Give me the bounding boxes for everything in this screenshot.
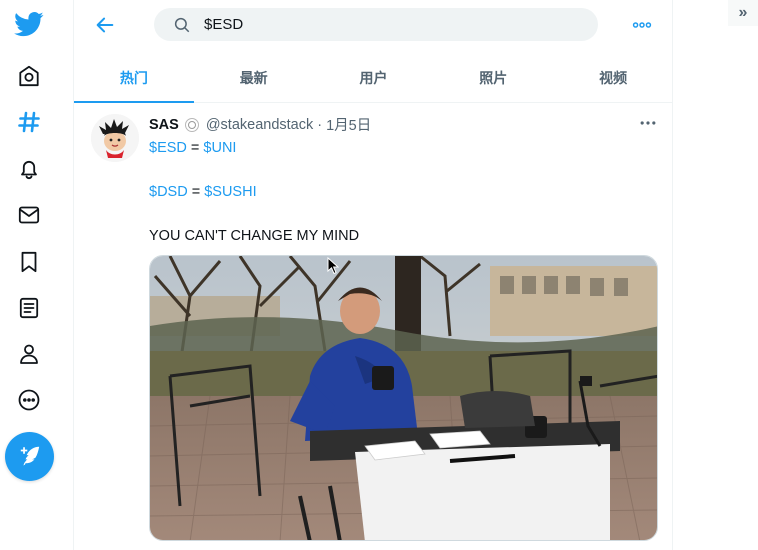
main-column: 热门 最新 用户 照片 视频 SAS @stakeandstack · 1月5日 <box>73 0 673 550</box>
collapse-sidebar-button[interactable]: » <box>728 0 758 26</box>
search-box[interactable] <box>154 8 598 41</box>
back-button[interactable] <box>90 10 120 40</box>
left-navigation <box>0 0 58 550</box>
tweet-date[interactable]: 1月5日 <box>326 114 371 135</box>
lists-icon[interactable] <box>9 288 49 328</box>
home-icon[interactable] <box>9 56 49 96</box>
tweet-text-line: YOU CAN'T CHANGE MY MIND <box>149 228 360 244</box>
more-horizontal-icon <box>640 121 656 125</box>
bookmarks-icon[interactable] <box>9 242 49 282</box>
tab-latest[interactable]: 最新 <box>194 53 314 102</box>
mouse-cursor-icon <box>327 257 339 275</box>
tweet-more-button[interactable] <box>636 114 660 132</box>
tweet-text-fragment: = <box>186 140 204 156</box>
cashtag-link[interactable]: $ESD <box>149 140 187 156</box>
cashtag-link[interactable]: $DSD <box>149 184 188 200</box>
cashtag-link[interactable]: $UNI <box>203 140 236 156</box>
cashtag-link[interactable]: $SUSHI <box>204 184 256 200</box>
tweet-header: SAS @stakeandstack · 1月5日 <box>149 114 371 135</box>
search-header <box>74 0 673 50</box>
more-icon[interactable] <box>9 380 49 420</box>
tab-videos[interactable]: 视频 <box>553 53 673 102</box>
search-more-button[interactable] <box>630 14 654 36</box>
tab-people[interactable]: 用户 <box>314 53 434 102</box>
verified-badge-icon <box>184 117 199 132</box>
compose-tweet-icon <box>20 446 39 465</box>
messages-mail-icon[interactable] <box>9 195 49 235</box>
search-icon <box>164 8 200 41</box>
compose-tweet-button[interactable] <box>5 432 54 481</box>
author-handle[interactable]: @stakeandstack <box>206 117 313 133</box>
twitter-logo-icon[interactable] <box>9 4 49 44</box>
explore-hashtag-icon[interactable] <box>9 102 49 142</box>
separator-dot: · <box>317 116 323 133</box>
search-input[interactable] <box>204 16 584 33</box>
arrow-left-icon <box>96 17 114 33</box>
tab-photos[interactable]: 照片 <box>433 53 553 102</box>
notifications-bell-icon[interactable] <box>9 149 49 189</box>
profile-icon[interactable] <box>9 334 49 374</box>
avatar[interactable] <box>91 114 139 162</box>
more-horizontal-icon <box>632 22 652 28</box>
tweet-media-image[interactable] <box>149 255 658 541</box>
search-tabs: 热门 最新 用户 照片 视频 <box>74 53 673 103</box>
tab-top[interactable]: 热门 <box>74 53 194 103</box>
tweet[interactable]: SAS @stakeandstack · 1月5日 $ESD = $UNI $D… <box>74 104 673 550</box>
author-name[interactable]: SAS <box>149 117 179 133</box>
tweet-text: $ESD = $UNI $DSD = $SUSHI YOU CAN'T CHAN… <box>149 137 359 247</box>
tweet-text-fragment: = <box>187 184 205 200</box>
